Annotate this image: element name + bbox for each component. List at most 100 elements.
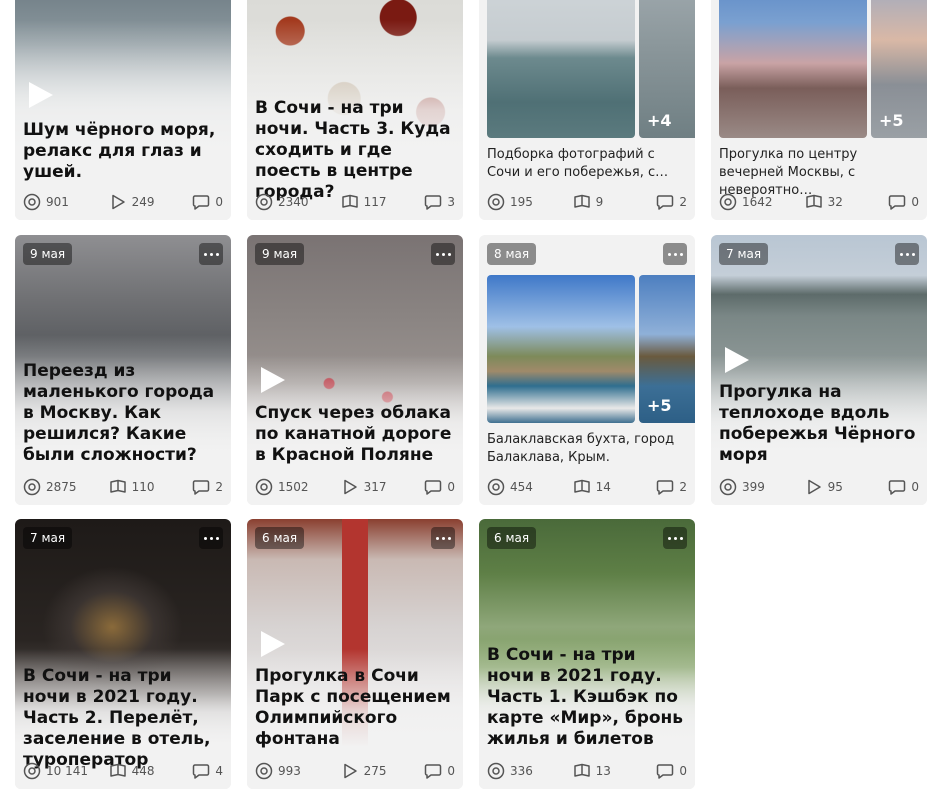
gallery-photo-next[interactable]: +4 (639, 0, 695, 138)
reads-stat: 117 (341, 193, 425, 211)
video-card-sea-noise[interactable]: Шум чёрного моря, релакс для глаз и ушей… (15, 0, 231, 220)
reads-count: 110 (131, 480, 155, 494)
plays-count: 275 (363, 764, 387, 778)
play-triangle-icon[interactable] (257, 365, 287, 395)
reads-stat: 14 (573, 478, 657, 496)
views-count: 2340 (278, 195, 309, 209)
card-title[interactable]: Переезд из маленького города в Москву. К… (23, 361, 221, 466)
card-title[interactable]: Прогулка в Сочи Парк с посещением Олимпи… (255, 666, 453, 750)
comments-stat[interactable]: 0 (192, 193, 223, 211)
video-card-sochi-park[interactable]: 6 мая Прогулка в Сочи Парк с посещением … (247, 519, 463, 789)
comments-count: 0 (215, 195, 223, 209)
article-card-sochi-part3[interactable]: В Сочи - на три ночи. Часть 3. Куда сход… (247, 0, 463, 220)
views-stat: 336 (487, 762, 573, 780)
reads-stat: 32 (805, 193, 889, 211)
card-title[interactable]: В Сочи - на три ночи. Часть 3. Куда сход… (255, 98, 453, 203)
card-description[interactable]: Балаклавская бухта, город Балаклава, Кры… (487, 431, 687, 467)
comments-stat[interactable]: 0 (888, 193, 919, 211)
views-stat: 454 (487, 478, 573, 496)
comments-stat[interactable]: 0 (424, 478, 455, 496)
play-triangle-icon[interactable] (25, 80, 55, 110)
comment-bubble-icon (193, 764, 210, 779)
comment-bubble-icon (657, 764, 674, 779)
gallery-photo-main[interactable] (487, 275, 635, 423)
more-dots-icon[interactable] (663, 243, 687, 265)
comments-stat[interactable]: 2 (656, 478, 687, 496)
gallery-photo-next[interactable]: +5 (871, 0, 927, 138)
more-dots-icon[interactable] (663, 527, 687, 549)
publication-date: 6 мая (255, 527, 305, 549)
play-outline-icon (343, 763, 357, 779)
card-stats: 399 95 0 (719, 477, 919, 497)
comments-count: 2 (679, 195, 687, 209)
eye-circle-icon (487, 193, 505, 211)
plays-count: 317 (363, 480, 387, 494)
reads-stat: 110 (109, 478, 193, 496)
card-stats: 2875 110 2 (23, 477, 223, 497)
gallery-photo-main[interactable] (719, 0, 867, 138)
comment-bubble-icon (425, 764, 442, 779)
comments-stat[interactable]: 0 (656, 762, 687, 780)
card-stats: 195 9 2 (487, 192, 687, 212)
comments-stat[interactable]: 4 (192, 762, 223, 780)
gallery-card-balaklava[interactable]: 8 мая +5 Балаклавская бухта, город Балак… (479, 235, 695, 505)
plays-stat: 95 (805, 478, 889, 496)
eye-circle-icon (255, 193, 273, 211)
more-photos-count: +5 (647, 396, 672, 415)
comment-bubble-icon (193, 195, 210, 210)
card-stats: 1642 32 0 (719, 192, 919, 212)
views-count: 454 (510, 480, 533, 494)
card-title[interactable]: Шум чёрного моря, релакс для глаз и ушей… (23, 120, 221, 183)
reads-count: 32 (827, 195, 843, 209)
open-book-icon (573, 763, 590, 777)
comments-count: 0 (447, 764, 455, 778)
gallery-photo-next[interactable]: +5 (639, 275, 695, 423)
card-description[interactable]: Подборка фотографий с Сочи и его побереж… (487, 146, 687, 182)
card-stats: 2340 117 3 (255, 192, 455, 212)
comments-stat[interactable]: 2 (656, 193, 687, 211)
article-card-moving-to-moscow[interactable]: 9 мая Переезд из маленького города в Мос… (15, 235, 231, 505)
comments-stat[interactable]: 0 (424, 762, 455, 780)
comments-count: 3 (447, 195, 455, 209)
views-stat: 1642 (719, 193, 805, 211)
comments-count: 2 (215, 480, 223, 494)
comments-count: 0 (679, 764, 687, 778)
comment-bubble-icon (889, 480, 906, 495)
comment-bubble-icon (193, 480, 210, 495)
gallery-card-moscow-walk[interactable]: +5 Прогулка по центру вечерней Москвы, с… (711, 0, 927, 220)
play-triangle-icon[interactable] (721, 345, 751, 375)
views-count: 1502 (278, 480, 309, 494)
open-book-icon (341, 194, 358, 208)
views-stat: 2875 (23, 478, 109, 496)
eye-circle-icon (487, 762, 505, 780)
views-count: 901 (46, 195, 69, 209)
plays-stat: 275 (341, 762, 425, 780)
card-title[interactable]: В Сочи - на три ночи в 2021 году. Часть … (23, 666, 221, 771)
more-dots-icon[interactable] (431, 243, 455, 265)
views-stat: 195 (487, 193, 573, 211)
gallery-card-sochi-photos[interactable]: +4 Подборка фотографий с Сочи и его побе… (479, 0, 695, 220)
card-title[interactable]: Спуск через облака по канатной дороге в … (255, 403, 453, 466)
comments-stat[interactable]: 2 (192, 478, 223, 496)
more-dots-icon[interactable] (895, 243, 919, 265)
more-dots-icon[interactable] (199, 243, 223, 265)
play-outline-icon (807, 479, 821, 495)
video-card-cable-car[interactable]: 9 мая Спуск через облака по канатной дор… (247, 235, 463, 505)
reads-stat: 9 (573, 193, 657, 211)
article-card-sochi-part1[interactable]: 6 мая В Сочи - на три ночи в 2021 году. … (479, 519, 695, 789)
card-title[interactable]: Прогулка на теплоходе вдоль побережья Чё… (719, 382, 917, 466)
gallery-photo-main[interactable] (487, 0, 635, 138)
views-stat: 993 (255, 762, 341, 780)
video-card-boat-trip[interactable]: 7 мая Прогулка на теплоходе вдоль побере… (711, 235, 927, 505)
card-stats: 1502 317 0 (255, 477, 455, 497)
views-count: 195 (510, 195, 533, 209)
reads-count: 117 (363, 195, 387, 209)
card-title[interactable]: В Сочи - на три ночи в 2021 году. Часть … (487, 645, 685, 750)
play-triangle-icon[interactable] (257, 629, 287, 659)
comments-stat[interactable]: 0 (888, 478, 919, 496)
comments-stat[interactable]: 3 (424, 193, 455, 211)
more-dots-icon[interactable] (431, 527, 455, 549)
article-card-sochi-part2[interactable]: 7 мая В Сочи - на три ночи в 2021 году. … (15, 519, 231, 789)
more-dots-icon[interactable] (199, 527, 223, 549)
comments-count: 4 (215, 764, 223, 778)
